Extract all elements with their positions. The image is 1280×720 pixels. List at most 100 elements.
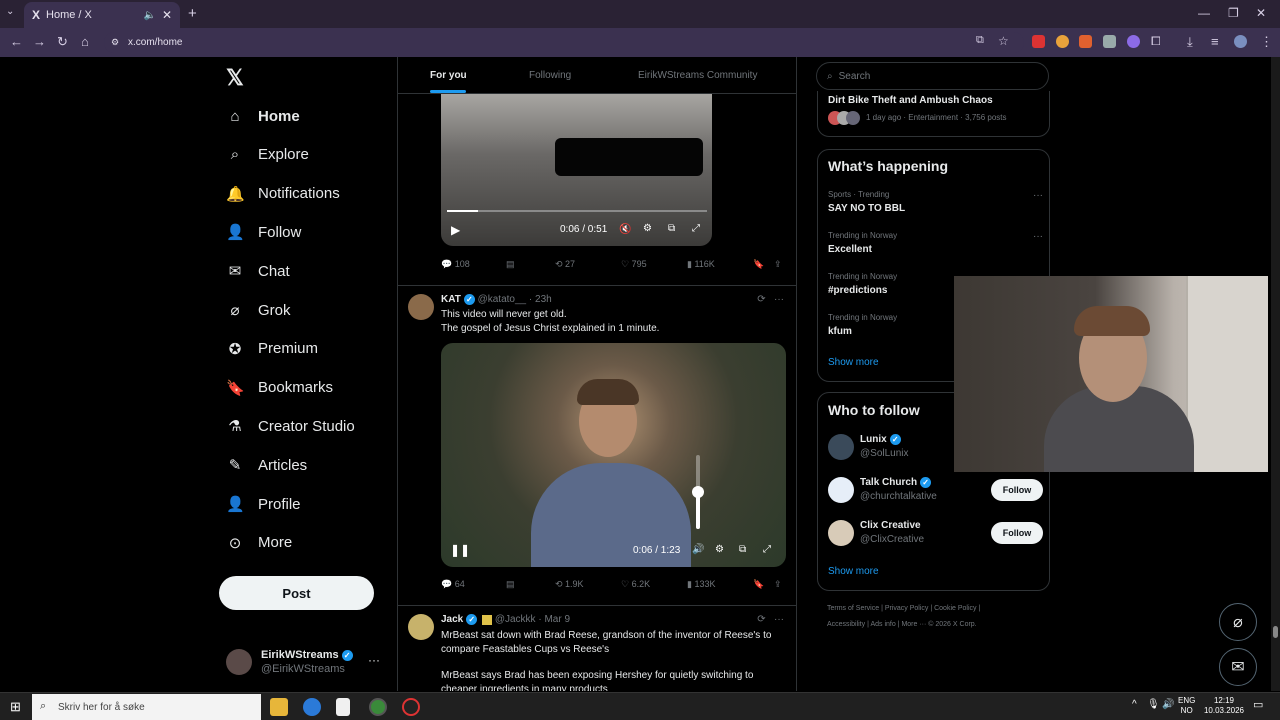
video-player[interactable]: ❚❚ 0:06 / 1:23 🔊 ⚙ ⧉ ⤢ (441, 343, 786, 567)
extension-icon[interactable] (1032, 35, 1045, 48)
extension-icon[interactable] (1056, 35, 1069, 48)
follow-suggestion[interactable]: Clix Creative @ClixCreative Follow (828, 520, 1043, 550)
show-more-link[interactable]: Show more (828, 566, 879, 577)
search-input[interactable]: ⌕ Search (816, 62, 1049, 90)
nav-profile[interactable]: 👤 Profile (226, 489, 301, 519)
trend-item[interactable]: Trending in Norway Excellent ··· (828, 231, 1043, 255)
forward-icon[interactable]: → (33, 34, 46, 49)
bookmark-icon[interactable]: 🔖 (753, 579, 764, 590)
notification-icon[interactable]: ▭ (1253, 700, 1263, 711)
more-dots-icon[interactable]: ··· (1033, 231, 1043, 242)
views-button[interactable]: ▮ 133K (687, 579, 715, 590)
new-tab-button[interactable]: + (188, 5, 197, 22)
repost-button[interactable]: ⟲ 1.9K (555, 579, 584, 590)
author-handle[interactable]: @Jackkk (495, 614, 536, 625)
follow-suggestion[interactable]: Talk Church ✓ @churchtalkative Follow (828, 477, 1043, 507)
tray-arrow-icon[interactable]: ^ (1132, 700, 1137, 710)
download-icon[interactable]: ⤓ (1187, 34, 1193, 50)
bookmark-icon[interactable]: 🔖 (753, 259, 764, 270)
edge-icon[interactable] (303, 698, 321, 716)
page-scrollbar[interactable] (1271, 57, 1280, 691)
url-field[interactable]: ⚙ x.com/home (104, 32, 1024, 53)
tab-for-you[interactable]: For you (430, 70, 467, 81)
tab-close-icon[interactable]: ✕ (162, 8, 172, 22)
video-player[interactable]: ▶ 0:06 / 0:51 🔇 ⚙ ⧉ ⤢ (441, 94, 712, 246)
avatar[interactable] (408, 614, 434, 640)
account-switcher[interactable]: EirikWStreams ✓ @EirikWStreams ··· (226, 649, 386, 685)
author-name[interactable]: Jack (441, 614, 463, 625)
tab-search-icon[interactable]: ⌄ (6, 6, 14, 17)
share-icon[interactable]: ⇪ (774, 259, 782, 270)
media-control-icon[interactable]: ≡ (1211, 34, 1219, 49)
reload-icon[interactable]: ↻ (57, 34, 68, 50)
messages-float-button[interactable]: ✉ (1219, 648, 1257, 686)
scrollbar-thumb[interactable] (1273, 626, 1278, 638)
language-indicator[interactable]: ENG NO (1178, 696, 1195, 716)
grok-icon[interactable]: ▤ (506, 579, 515, 590)
obs-icon[interactable] (402, 698, 420, 716)
pause-icon[interactable]: ❚❚ (450, 543, 470, 557)
settings-icon[interactable]: ⚙ (643, 223, 652, 234)
footer-links[interactable]: Accessibility | Ads info | More ··· © 20… (827, 621, 977, 628)
news-card[interactable]: Dirt Bike Theft and Ambush Chaos 1 day a… (817, 91, 1050, 137)
nav-notifications[interactable]: 🔔 Notifications (226, 179, 340, 209)
nav-chat[interactable]: ✉ Chat (226, 256, 290, 286)
tab-audio-icon[interactable]: 🔈 (144, 10, 156, 21)
grok-float-button[interactable]: ⌀ (1219, 603, 1257, 641)
more-dots-icon[interactable]: ··· (1033, 190, 1043, 201)
microphone-icon[interactable]: 🎙 (1147, 700, 1160, 710)
extension-icon[interactable] (1103, 35, 1116, 48)
grok-icon[interactable]: ▤ (506, 259, 515, 270)
nav-grok[interactable]: ⌀ Grok (226, 295, 290, 325)
tweet-time[interactable]: 23h (535, 294, 552, 305)
nav-articles[interactable]: ✎ Articles (226, 450, 307, 480)
nav-home[interactable]: ⌂ Home (226, 101, 299, 131)
browser-menu-icon[interactable]: ⋮ (1260, 34, 1273, 50)
bookmark-star-icon[interactable]: ☆ (998, 34, 1009, 48)
volume-icon[interactable]: 🔊 (692, 544, 704, 555)
extension-icon[interactable] (1127, 35, 1140, 48)
minimize-button[interactable]: — (1198, 6, 1210, 20)
speaker-icon[interactable]: 🔊 (1162, 700, 1174, 710)
profile-avatar-icon[interactable] (1234, 35, 1247, 48)
windows-start-icon[interactable]: ⊞ (10, 699, 21, 715)
install-app-icon[interactable]: ⧉ (976, 34, 984, 47)
share-icon[interactable]: ⇪ (774, 579, 782, 590)
pip-icon[interactable]: ⧉ (739, 544, 746, 555)
nav-explore[interactable]: ⌕ Explore (226, 140, 309, 170)
extension-icon[interactable] (1079, 35, 1092, 48)
settings-icon[interactable]: ⚙ (715, 544, 724, 555)
like-button[interactable]: ♡ 795 (621, 259, 647, 270)
show-more-link[interactable]: Show more (828, 357, 879, 368)
video-progress-track[interactable] (447, 210, 707, 212)
reply-button[interactable]: 💬 64 (441, 579, 465, 590)
trend-item[interactable]: Sports · Trending SAY NO TO BBL ··· (828, 190, 1043, 214)
follow-button[interactable]: Follow (991, 522, 1043, 544)
views-button[interactable]: ▮ 116K (687, 259, 715, 270)
chrome-icon[interactable] (369, 698, 387, 716)
clock[interactable]: 12:19 10.03.2026 (1201, 696, 1247, 716)
close-window-button[interactable]: ✕ (1256, 6, 1266, 20)
author-name[interactable]: KAT (441, 294, 461, 305)
play-icon[interactable]: ▶ (451, 223, 460, 237)
fullscreen-icon[interactable]: ⤢ (763, 544, 771, 555)
nav-follow[interactable]: 👤 Follow (226, 217, 301, 247)
author-handle[interactable]: @katato__ (478, 294, 527, 305)
browser-tab[interactable]: X Home / X 🔈 ✕ (24, 2, 180, 28)
grok-explain-icon[interactable]: ⟳ (757, 614, 765, 625)
fullscreen-icon[interactable]: ⤢ (692, 223, 700, 234)
more-dots-icon[interactable]: ··· (774, 294, 784, 305)
reply-button[interactable]: 💬 108 (441, 259, 470, 270)
post-button[interactable]: Post (219, 576, 374, 610)
site-info-icon[interactable]: ⚙ (111, 37, 119, 48)
grok-explain-icon[interactable]: ⟳ (757, 294, 765, 305)
volume-knob[interactable] (692, 486, 704, 498)
tab-community[interactable]: EirikWStreams Community (638, 70, 757, 81)
nav-bookmarks[interactable]: 🔖 Bookmarks (226, 373, 333, 403)
more-dots-icon[interactable]: ··· (774, 614, 784, 625)
tab-following[interactable]: Following (529, 70, 571, 81)
back-icon[interactable]: ← (10, 34, 23, 49)
nav-more[interactable]: ⊙ More (226, 528, 292, 558)
x-logo-icon[interactable]: 𝕏 (226, 65, 244, 91)
file-explorer-icon[interactable] (270, 698, 288, 716)
